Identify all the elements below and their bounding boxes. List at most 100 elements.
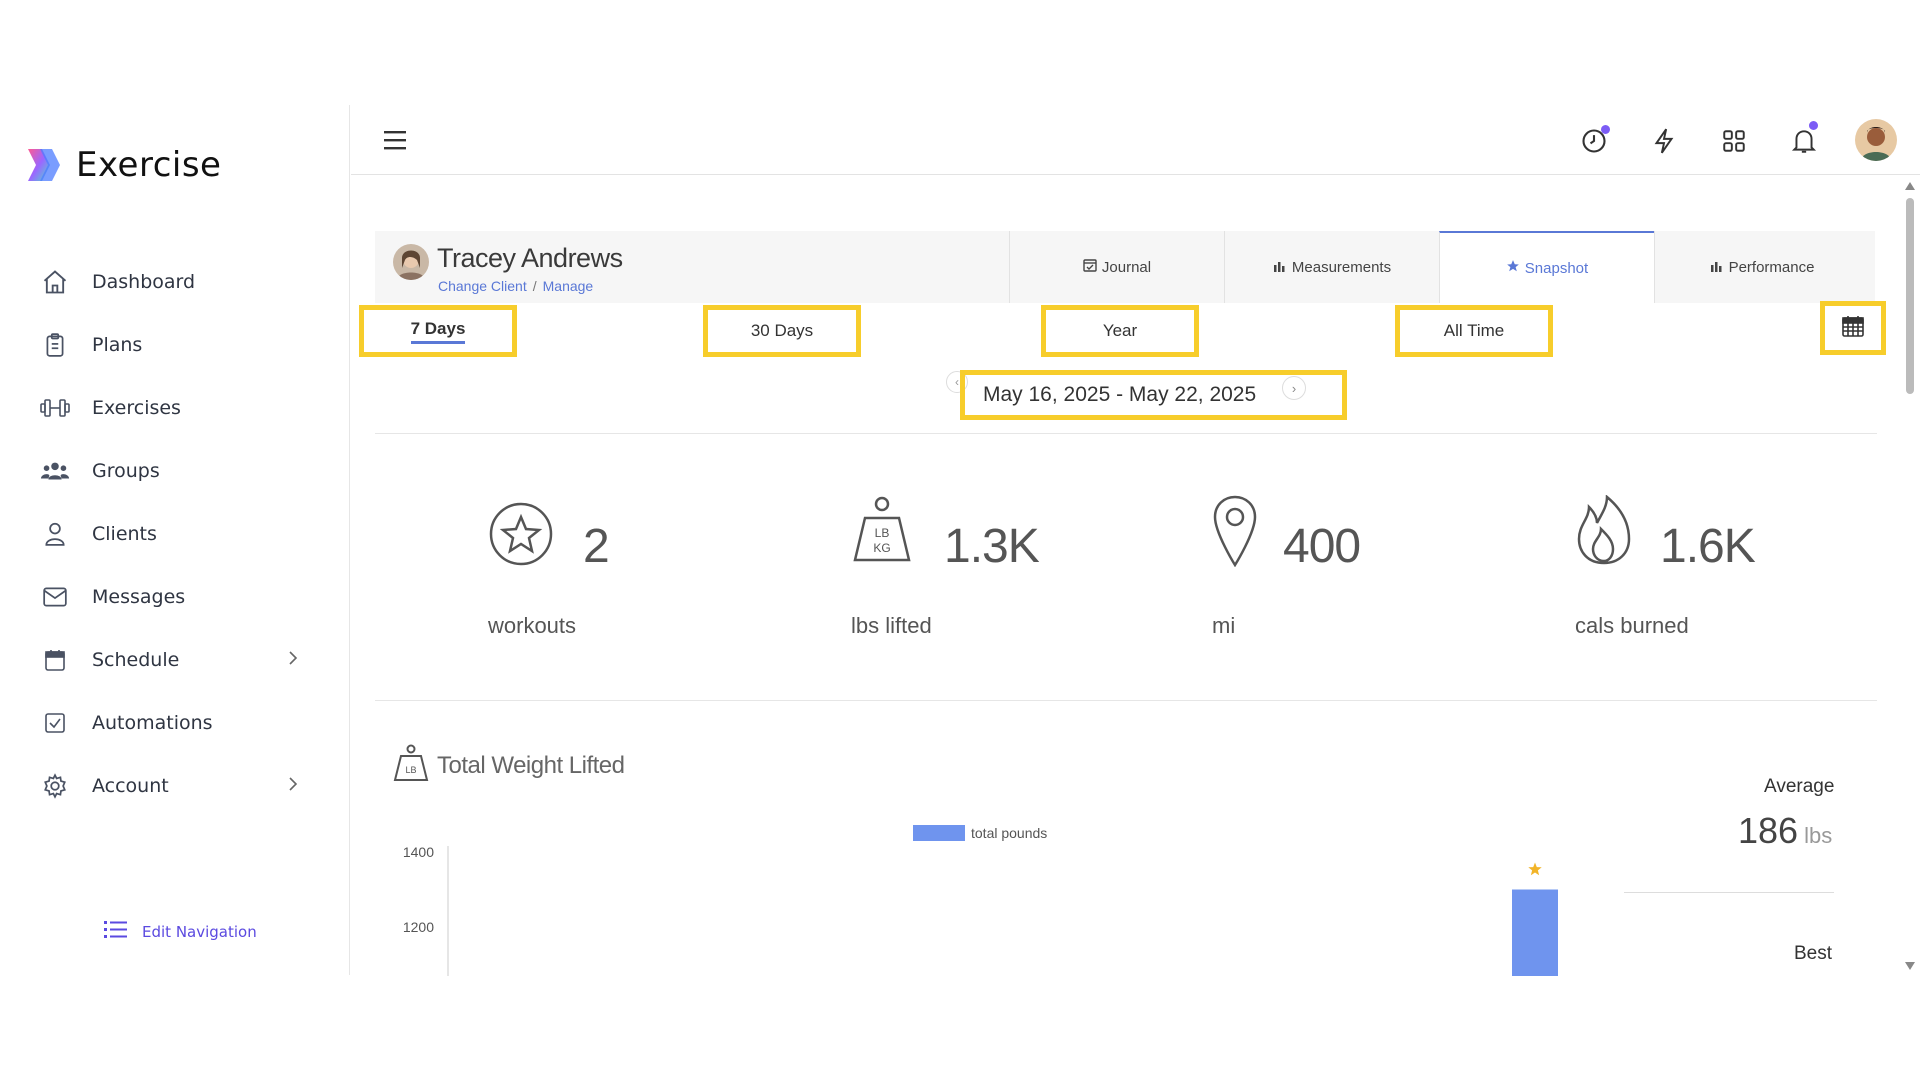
stat-label: mi bbox=[1212, 613, 1236, 638]
sidebar-item-label: Plans bbox=[92, 333, 143, 356]
y-tick-label: 1400 bbox=[403, 844, 434, 860]
dumbbell-icon bbox=[40, 393, 70, 423]
lightning-icon[interactable] bbox=[1646, 123, 1682, 159]
next-period-button[interactable]: › bbox=[1282, 376, 1306, 400]
list-icon bbox=[104, 919, 128, 945]
sidebar-item-label: Account bbox=[92, 774, 169, 797]
average-unit: lbs bbox=[1804, 823, 1833, 848]
link-separator: / bbox=[532, 278, 537, 294]
weight-lb-icon: LB bbox=[393, 744, 429, 787]
notification-dot bbox=[1809, 121, 1818, 130]
tab-snapshot[interactable]: Snapshot bbox=[1439, 231, 1654, 303]
calendar-icon bbox=[1841, 314, 1865, 343]
sidebar-item-plans[interactable]: Plans bbox=[0, 313, 349, 376]
tab-label: Performance bbox=[1728, 258, 1815, 276]
svg-text:LB: LB bbox=[405, 765, 416, 775]
sidebar-item-automations[interactable]: Automations bbox=[0, 691, 349, 754]
bell-icon[interactable] bbox=[1786, 121, 1822, 159]
weight-chart: 1400 1200 bbox=[403, 844, 1558, 977]
stat-label: cals burned bbox=[1575, 613, 1689, 638]
tab-journal[interactable]: Journal bbox=[1009, 231, 1224, 303]
notification-dot bbox=[1601, 125, 1610, 134]
change-client-link[interactable]: Change Client bbox=[438, 278, 527, 294]
sidebar-item-exercises[interactable]: Exercises bbox=[0, 376, 349, 439]
flame-icon bbox=[1575, 494, 1633, 570]
chart-bar[interactable] bbox=[1512, 889, 1558, 977]
section-title: Total Weight Lifted bbox=[437, 752, 625, 779]
sidebar-item-label: Messages bbox=[92, 585, 186, 608]
gear-icon bbox=[40, 771, 70, 801]
chevron-right-icon bbox=[287, 650, 299, 671]
calendar-picker-button[interactable] bbox=[1820, 301, 1886, 355]
svg-text:KG: KG bbox=[873, 541, 890, 555]
client-name: Tracey Andrews bbox=[437, 243, 623, 273]
range-label: 7 Days bbox=[410, 319, 466, 344]
sidebar-item-clients[interactable]: Clients bbox=[0, 502, 349, 565]
average-value: 186 lbs bbox=[1738, 810, 1832, 852]
grid-icon[interactable] bbox=[1716, 123, 1752, 159]
calendar-check-icon bbox=[1083, 258, 1102, 276]
best-label: Best bbox=[1794, 943, 1833, 964]
tab-measurements[interactable]: Measurements bbox=[1224, 231, 1439, 303]
tab-label: Snapshot bbox=[1524, 259, 1589, 277]
sidebar-nav: Dashboard Plans Exercises Groups Clients bbox=[0, 250, 349, 817]
users-icon bbox=[40, 456, 70, 486]
sidebar-item-label: Schedule bbox=[92, 648, 180, 671]
sidebar-item-schedule[interactable]: Schedule bbox=[0, 628, 349, 691]
range-year-button[interactable]: Year bbox=[1041, 305, 1199, 357]
edit-navigation-label: Edit Navigation bbox=[142, 923, 257, 941]
sidebar-item-account[interactable]: Account bbox=[0, 754, 349, 817]
bar-chart-icon bbox=[1273, 259, 1292, 276]
star-circle-icon bbox=[488, 501, 554, 572]
chevron-right-icon bbox=[287, 776, 299, 797]
manage-link[interactable]: Manage bbox=[543, 278, 594, 294]
range-all-time-button[interactable]: All Time bbox=[1395, 305, 1553, 357]
average-divider bbox=[1624, 892, 1834, 893]
app-name: Exercise bbox=[76, 145, 222, 185]
client-avatar bbox=[393, 244, 429, 280]
range-label: All Time bbox=[1443, 321, 1505, 340]
best-star-icon bbox=[1528, 862, 1542, 876]
avatar[interactable] bbox=[1855, 119, 1897, 161]
logo-icon bbox=[24, 145, 64, 185]
app-logo[interactable]: Exercise bbox=[24, 145, 221, 185]
user-icon bbox=[40, 519, 70, 549]
stat-value: 1.6K bbox=[1660, 520, 1756, 573]
divider bbox=[375, 433, 1877, 434]
home-icon bbox=[40, 267, 70, 297]
stat-label: lbs lifted bbox=[851, 613, 932, 638]
main-content: Tracey Andrews Change Client / Manage Jour… bbox=[351, 176, 1911, 976]
sidebar-item-label: Automations bbox=[92, 711, 213, 734]
sidebar-item-label: Exercises bbox=[92, 396, 181, 419]
range-label: 30 Days bbox=[750, 321, 814, 340]
sidebar-item-label: Groups bbox=[92, 459, 160, 482]
y-tick-label: 1200 bbox=[403, 919, 434, 935]
hamburger-icon[interactable] bbox=[383, 129, 409, 156]
checkbox-icon bbox=[40, 708, 70, 738]
stat-value: 2 bbox=[583, 520, 610, 573]
clock-icon[interactable] bbox=[1576, 123, 1612, 159]
sidebar-item-label: Clients bbox=[92, 522, 157, 545]
client-header: Tracey Andrews Change Client / Manage Jour… bbox=[375, 231, 1875, 303]
kettlebell-weight-icon: LB KG bbox=[851, 496, 913, 571]
average-label: Average bbox=[1764, 776, 1835, 797]
range-7-days-button[interactable]: 7 Days bbox=[359, 305, 517, 357]
tab-performance[interactable]: Performance bbox=[1654, 231, 1869, 303]
edit-navigation-button[interactable]: Edit Navigation bbox=[104, 919, 257, 945]
stat-value: 1.3K bbox=[944, 520, 1040, 573]
range-30-days-button[interactable]: 30 Days bbox=[703, 305, 861, 357]
sidebar-item-dashboard[interactable]: Dashboard bbox=[0, 250, 349, 313]
page-scrollbar[interactable] bbox=[1900, 176, 1920, 976]
sidebar-item-label: Dashboard bbox=[92, 270, 196, 293]
average-number: 186 bbox=[1738, 810, 1799, 851]
svg-text:LB: LB bbox=[875, 526, 890, 540]
bar-chart-icon bbox=[1710, 259, 1729, 276]
stat-label: workouts bbox=[488, 613, 577, 638]
tab-label: Journal bbox=[1101, 258, 1152, 276]
clipboard-icon bbox=[40, 330, 70, 360]
sidebar-item-messages[interactable]: Messages bbox=[0, 565, 349, 628]
map-pin-icon bbox=[1212, 495, 1258, 572]
sidebar-item-groups[interactable]: Groups bbox=[0, 439, 349, 502]
top-bar bbox=[351, 105, 1920, 175]
star-icon bbox=[1506, 259, 1525, 277]
